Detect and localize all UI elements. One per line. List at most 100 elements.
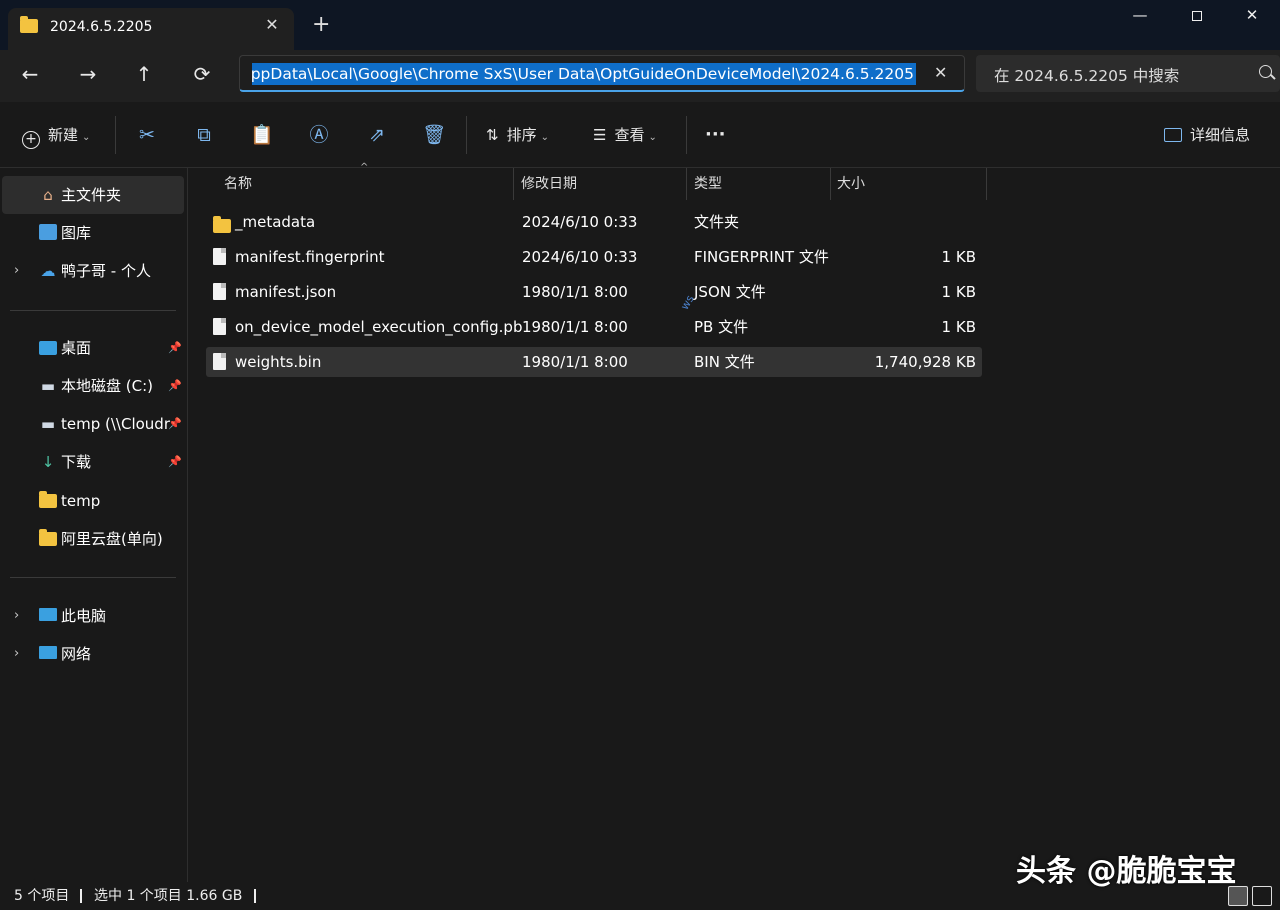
sidebar-item-network-temp[interactable]: ▬ temp (\\Cloudr 📌 <box>2 405 184 443</box>
sidebar-item-label: 下载 <box>61 453 92 471</box>
new-tab-button[interactable]: + <box>312 14 330 36</box>
title-bar: 2024.6.5.2205 ✕ + — ✕ <box>0 0 1280 50</box>
sidebar-divider <box>10 310 176 311</box>
column-header-size[interactable]: 大小 <box>837 168 865 200</box>
table-row[interactable]: weights.bin 1980/1/1 8:00 BIN 文件 1,740,9… <box>206 347 982 377</box>
chevron-right-icon[interactable]: › <box>14 597 19 635</box>
back-button[interactable]: ← <box>16 62 44 88</box>
maximize-button[interactable] <box>1177 6 1217 28</box>
new-button[interactable]: + 新建 ⌄ <box>22 122 91 149</box>
column-header-type[interactable]: 类型 <box>694 168 722 200</box>
sidebar-item-label: temp (\\Cloudr <box>61 415 170 433</box>
column-header-name[interactable]: 名称 <box>224 168 252 200</box>
item-count: 5 个项目 <box>14 888 70 904</box>
file-name: on_device_model_execution_config.pb <box>235 318 523 336</box>
file-type: 文件夹 <box>694 213 740 231</box>
sidebar-item-this-pc[interactable]: › 此电脑 <box>2 597 184 635</box>
search-box[interactable]: 在 2024.6.5.2205 中搜索 <box>976 55 1280 92</box>
folder-icon <box>39 491 57 510</box>
computer-icon <box>39 608 57 621</box>
gallery-icon <box>39 224 57 240</box>
sort-button[interactable]: ⇅ 排序 ⌄ <box>486 122 549 148</box>
search-input[interactable]: 在 2024.6.5.2205 中搜索 <box>994 64 1179 86</box>
up-button[interactable]: ↑ <box>130 62 158 88</box>
chevron-right-icon[interactable]: › <box>14 635 19 673</box>
forward-button[interactable]: → <box>74 62 102 88</box>
chevron-right-icon[interactable]: › <box>14 252 19 290</box>
file-size: 1 KB <box>941 283 976 301</box>
command-bar: + 新建 ⌄ ✂ ⧉ 📋 Ⓐ ⇗ 🗑 ⇅ 排序 ⌄ ☰ 查看 ⌄ ··· 详细信息 <box>0 102 1280 168</box>
column-divider[interactable] <box>513 168 514 200</box>
file-name: weights.bin <box>235 353 322 371</box>
sidebar-item-label: 阿里云盘(单向) <box>61 530 163 548</box>
view-button-label: 查看 <box>614 126 645 144</box>
sidebar-item-downloads[interactable]: ↓ 下载 📌 <box>2 443 184 481</box>
watermark: 头条 @脆脆宝宝 <box>1016 854 1237 889</box>
sidebar-item-onedrive[interactable]: › ☁ 鸭子哥 - 个人 <box>2 252 184 290</box>
tab-close-button[interactable]: ✕ <box>262 15 282 34</box>
sidebar-item-label: 本地磁盘 (C:) <box>61 377 153 395</box>
document-icon <box>213 248 227 266</box>
view-button[interactable]: ☰ 查看 ⌄ <box>593 122 657 148</box>
pin-icon[interactable]: 📌 <box>168 367 182 405</box>
minimize-button[interactable]: — <box>1120 6 1160 28</box>
column-divider[interactable] <box>986 168 987 200</box>
address-bar[interactable]: C:\Users\鸭子哥\AppData\Local\Google\Chrome… <box>239 55 965 92</box>
sort-ascending-icon: ^ <box>360 162 369 173</box>
column-divider[interactable] <box>686 168 687 200</box>
maximize-icon <box>1192 11 1202 21</box>
folder-icon <box>20 16 38 33</box>
active-tab[interactable]: 2024.6.5.2205 ✕ <box>8 8 294 50</box>
delete-icon[interactable]: 🗑 <box>421 122 447 148</box>
sidebar-item-network[interactable]: › 网络 <box>2 635 184 673</box>
sidebar-item-desktop[interactable]: 桌面 📌 <box>2 329 184 367</box>
refresh-button[interactable]: ⟳ <box>188 62 216 88</box>
address-path[interactable]: C:\Users\鸭子哥\AppData\Local\Google\Chrome… <box>252 63 916 85</box>
file-size: 1,740,928 KB <box>874 353 976 371</box>
address-clear-button[interactable]: ✕ <box>934 63 947 82</box>
toolbar-divider <box>115 116 116 154</box>
file-type: JSON 文件 <box>694 283 766 301</box>
tiles-view-button[interactable] <box>1252 886 1272 906</box>
chevron-down-icon: ⌄ <box>82 132 91 143</box>
file-type: BIN 文件 <box>694 353 755 371</box>
sidebar-divider <box>10 577 176 578</box>
document-icon <box>213 353 227 371</box>
navigation-pane: ⌂ 主文件夹 图库 › ☁ 鸭子哥 - 个人 桌面 📌 ▬ 本地磁盘 (C:) … <box>0 168 188 882</box>
paste-icon[interactable]: 📋 <box>249 122 275 148</box>
tab-title: 2024.6.5.2205 <box>50 19 153 35</box>
download-icon: ↓ <box>41 453 55 471</box>
sidebar-item-home[interactable]: ⌂ 主文件夹 <box>2 176 184 214</box>
details-pane-button[interactable]: 详细信息 <box>1164 122 1250 148</box>
file-size: 1 KB <box>941 248 976 266</box>
more-options-button[interactable]: ··· <box>705 122 726 148</box>
sidebar-item-aliyun[interactable]: 阿里云盘(单向) <box>2 520 184 558</box>
details-pane-label: 详细信息 <box>1190 126 1251 144</box>
pin-icon[interactable]: 📌 <box>168 443 182 481</box>
pin-icon[interactable]: 📌 <box>168 405 182 443</box>
copy-icon[interactable]: ⧉ <box>191 122 217 148</box>
table-row[interactable]: _metadata 2024/6/10 0:33 文件夹 <box>206 207 982 237</box>
folder-icon <box>213 213 231 233</box>
cut-icon[interactable]: ✂ <box>134 122 160 148</box>
close-window-button[interactable]: ✕ <box>1232 6 1272 28</box>
sidebar-item-gallery[interactable]: 图库 <box>2 214 184 252</box>
sidebar-item-label: 鸭子哥 - 个人 <box>61 262 151 280</box>
sidebar-item-label: 此电脑 <box>61 607 107 625</box>
column-divider[interactable] <box>830 168 831 200</box>
table-row[interactable]: on_device_model_execution_config.pb 1980… <box>206 312 982 342</box>
toolbar-divider <box>466 116 467 154</box>
chevron-down-icon: ⌄ <box>648 132 657 143</box>
navigation-bar: ← → ↑ ⟳ C:\Users\鸭子哥\AppData\Local\Googl… <box>0 50 1280 102</box>
column-header-date[interactable]: 修改日期 <box>521 168 577 200</box>
sidebar-item-local-disk[interactable]: ▬ 本地磁盘 (C:) 📌 <box>2 367 184 405</box>
share-icon[interactable]: ⇗ <box>364 122 390 148</box>
sidebar-item-temp[interactable]: temp <box>2 482 184 520</box>
new-button-label: 新建 <box>48 126 79 144</box>
table-row[interactable]: manifest.fingerprint 2024/6/10 0:33 FING… <box>206 242 982 272</box>
pin-icon[interactable]: 📌 <box>168 329 182 367</box>
file-name: manifest.json <box>235 283 337 301</box>
rename-icon[interactable]: Ⓐ <box>306 122 332 148</box>
sidebar-item-label: temp <box>61 492 101 510</box>
table-row[interactable]: manifest.json 1980/1/1 8:00 JSON 文件 1 KB <box>206 277 982 307</box>
